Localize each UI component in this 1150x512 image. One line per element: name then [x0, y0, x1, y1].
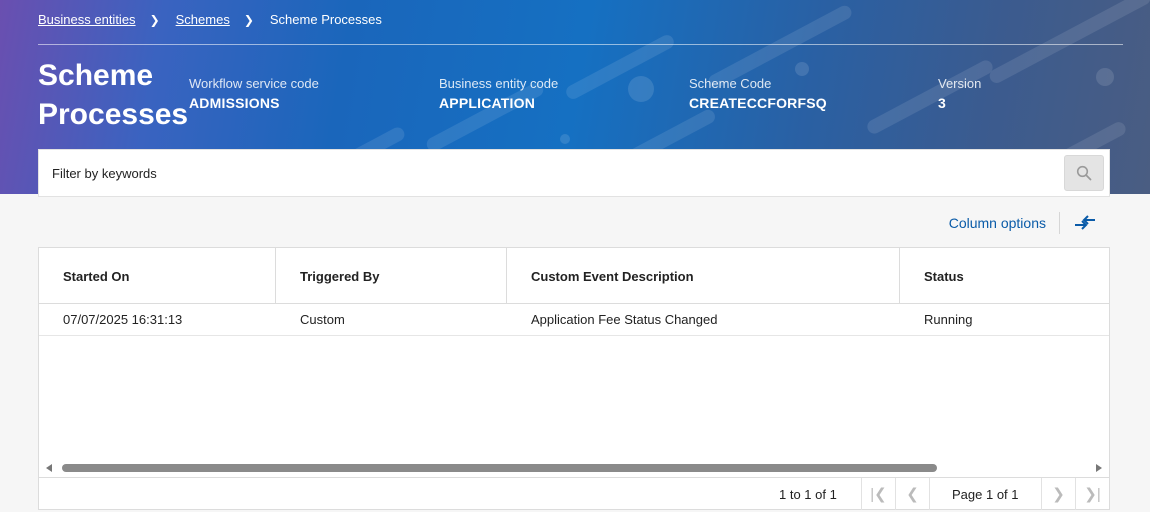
chevron-right-icon: ❯ [149, 12, 160, 27]
scroll-left-icon[interactable] [46, 464, 52, 472]
column-header-custom-event-description[interactable]: Custom Event Description [507, 248, 900, 304]
column-header-started-on[interactable]: Started On [39, 248, 276, 304]
scrollbar-thumb[interactable] [62, 464, 937, 472]
previous-page-button[interactable]: ❮ [895, 478, 929, 510]
last-page-icon: ❯| [1084, 486, 1101, 503]
scroll-right-icon[interactable] [1096, 464, 1102, 472]
column-header-status[interactable]: Status [900, 248, 1109, 304]
breadcrumb-current: Scheme Processes [269, 12, 382, 27]
chevron-right-icon: ❯ [243, 12, 254, 27]
toolbar-divider [1059, 212, 1060, 234]
pagination-summary: 1 to 1 of 1 [779, 487, 837, 502]
breadcrumb-business-entities[interactable]: Business entities [38, 12, 136, 27]
meta-workflow-service-code: Workflow service code ADMISSIONS [189, 76, 319, 114]
filter-input[interactable] [39, 150, 1059, 196]
cell-custom-event-description: Application Fee Status Changed [531, 312, 718, 327]
meta-scheme-code: Scheme Code CREATECCFORFSQ [689, 76, 827, 114]
last-page-button[interactable]: ❯| [1075, 478, 1109, 510]
meta-value: ADMISSIONS [189, 95, 280, 111]
meta-value: APPLICATION [439, 95, 536, 111]
meta-business-entity-code: Business entity code APPLICATION [439, 76, 558, 114]
chevron-right-icon: ❯ [1052, 486, 1065, 503]
search-icon [1076, 165, 1092, 181]
table-row[interactable]: 07/07/2025 16:31:13 Custom Application F… [39, 304, 1109, 336]
first-page-icon: |❮ [870, 486, 887, 503]
pagination-bar: 1 to 1 of 1 |❮ ❮ Page 1 of 1 ❯ ❯| [39, 477, 1109, 510]
search-button[interactable] [1064, 155, 1104, 191]
filter-bar [38, 149, 1110, 197]
horizontal-scrollbar[interactable] [39, 462, 1109, 476]
meta-value: 3 [938, 95, 946, 111]
header-divider [38, 44, 1123, 45]
column-header-triggered-by[interactable]: Triggered By [276, 248, 507, 304]
swap-arrows-button[interactable] [1073, 213, 1097, 233]
processes-table: Started On Triggered By Custom Event Des… [38, 247, 1110, 510]
first-page-button[interactable]: |❮ [861, 478, 895, 510]
meta-value: CREATECCFORFSQ [689, 95, 827, 111]
column-options-link[interactable]: Column options [949, 215, 1046, 231]
cell-started-on: 07/07/2025 16:31:13 [63, 312, 183, 327]
meta-version: Version 3 [938, 76, 981, 114]
cell-triggered-by: Custom [300, 312, 345, 327]
next-page-button[interactable]: ❯ [1041, 478, 1075, 510]
breadcrumb: Business entities ❯ Schemes ❯ Scheme Pro… [38, 12, 382, 27]
meta-label: Version [938, 76, 982, 91]
meta-label: Business entity code [439, 76, 559, 91]
swap-arrows-icon [1075, 215, 1095, 230]
page-title: Scheme Processes [38, 59, 189, 131]
chevron-left-icon: ❮ [906, 486, 919, 503]
table-header: Started On Triggered By Custom Event Des… [39, 248, 1109, 304]
cell-status: Running [924, 312, 973, 327]
meta-label: Scheme Code [689, 76, 772, 91]
meta-label: Workflow service code [189, 76, 319, 91]
breadcrumb-schemes[interactable]: Schemes [176, 12, 230, 27]
page-indicator: Page 1 of 1 [952, 487, 1019, 502]
